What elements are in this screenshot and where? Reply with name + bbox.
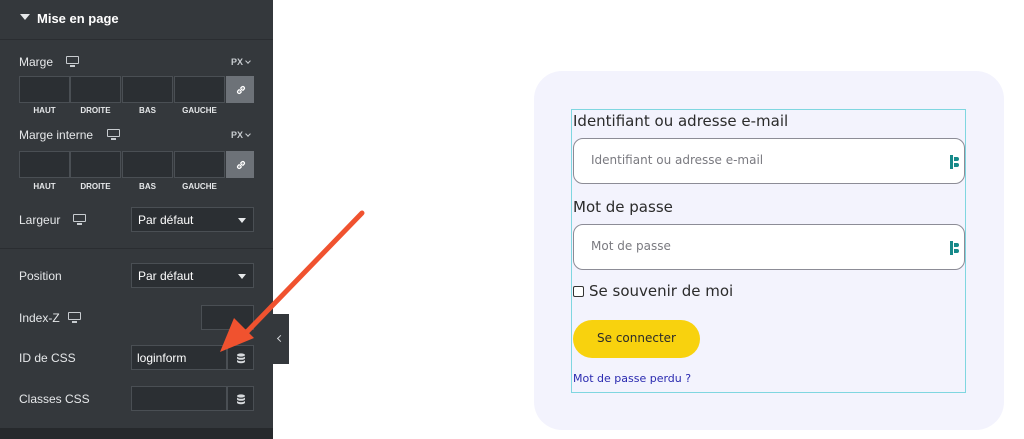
monitor-icon[interactable] [73, 214, 86, 225]
css-id-label: ID de CSS [19, 351, 76, 365]
padding-inputs [19, 151, 254, 178]
password-manager-icon[interactable] [950, 241, 960, 255]
password-placeholder: Mot de passe [591, 239, 671, 253]
margin-top-input[interactable] [19, 76, 70, 103]
monitor-icon[interactable] [68, 312, 81, 323]
login-button-label: Se connecter [597, 331, 676, 345]
lost-password-link[interactable]: Mot de passe perdu ? [573, 372, 691, 385]
css-id-value: loginform [137, 351, 187, 365]
padding-bottom-input[interactable] [122, 151, 173, 178]
section-header-layout[interactable]: Mise en page [0, 0, 273, 40]
margin-label: Marge [19, 55, 54, 69]
margin-left-input[interactable] [174, 76, 225, 103]
link-icon [236, 85, 246, 95]
caret-down-icon [20, 14, 30, 20]
margin-inputs [19, 76, 254, 103]
remember-label: Se souvenir de moi [589, 282, 734, 300]
username-placeholder: Identifiant ou adresse e-mail [591, 153, 764, 167]
side-label-top: HAUT [33, 182, 56, 191]
width-select-value: Par défaut [138, 213, 194, 227]
margin-side-labels: HAUT DROITE BAS GAUCHE [19, 106, 229, 116]
padding-link-button[interactable] [226, 151, 254, 178]
password-label: Mot de passe [573, 198, 673, 216]
padding-right-input[interactable] [70, 151, 121, 178]
margin-unit-select[interactable]: PX [231, 57, 251, 67]
padding-top-input[interactable] [19, 151, 70, 178]
side-label-bottom: BAS [139, 106, 156, 115]
password-input[interactable]: Mot de passe [573, 224, 965, 270]
side-label-right: DROITE [80, 182, 111, 191]
remember-checkbox[interactable] [573, 286, 584, 297]
side-label-left: GAUCHE [182, 106, 217, 115]
side-label-top: HAUT [33, 106, 56, 115]
username-input[interactable]: Identifiant ou adresse e-mail [573, 138, 965, 184]
database-icon [237, 394, 245, 405]
padding-unit-select[interactable]: PX [231, 130, 251, 140]
monitor-icon[interactable] [66, 56, 79, 67]
css-classes-label: Classes CSS [19, 392, 90, 406]
annotation-arrow [220, 210, 365, 352]
padding-label: Marge interne [19, 128, 94, 142]
username-label: Identifiant ou adresse e-mail [573, 112, 789, 130]
monitor-icon[interactable] [107, 129, 120, 140]
margin-bottom-input[interactable] [122, 76, 173, 103]
margin-link-button[interactable] [226, 76, 254, 103]
panel-bottom-strip [0, 428, 273, 439]
side-label-right: DROITE [80, 106, 111, 115]
padding-side-labels: HAUT DROITE BAS GAUCHE [19, 182, 229, 192]
margin-right-input[interactable] [70, 76, 121, 103]
width-label: Largeur [19, 213, 61, 227]
css-classes-dynamic-button[interactable] [227, 386, 254, 411]
side-label-left: GAUCHE [182, 182, 217, 191]
side-label-bottom: BAS [139, 182, 156, 191]
css-classes-input[interactable] [131, 386, 227, 411]
section-title: Mise en page [37, 11, 119, 26]
password-manager-icon[interactable] [950, 155, 960, 169]
login-button[interactable]: Se connecter [573, 320, 700, 358]
position-select-value: Par défaut [138, 269, 194, 283]
padding-left-input[interactable] [174, 151, 225, 178]
zindex-label: Index-Z [19, 311, 60, 325]
position-label: Position [19, 269, 62, 283]
link-icon [236, 160, 246, 170]
